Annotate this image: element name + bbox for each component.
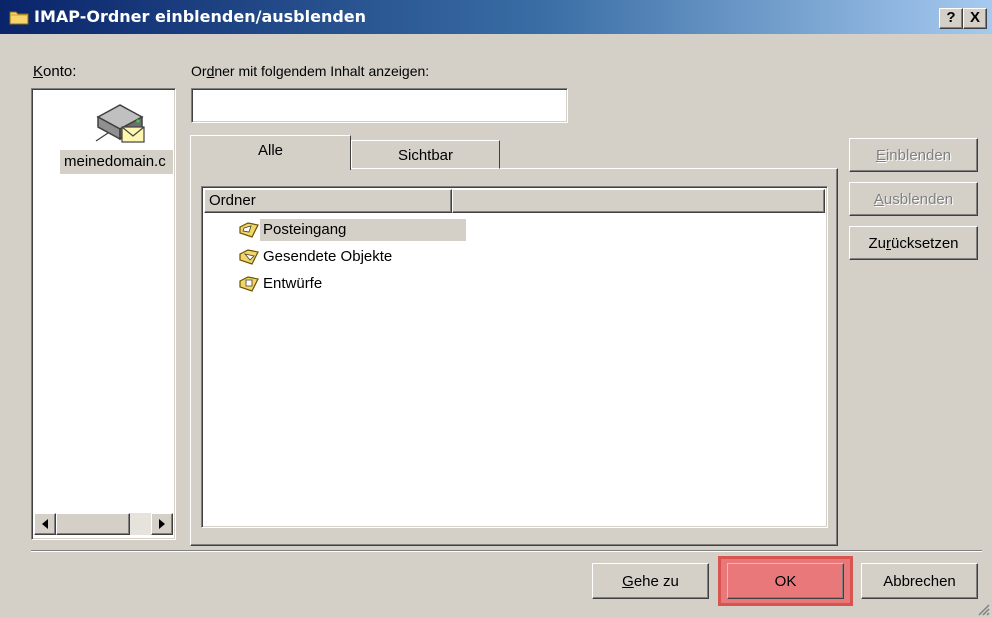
filter-input[interactable]: [191, 88, 568, 123]
footer-separator: [31, 550, 982, 552]
folder-row-gesendete-objekte[interactable]: Gesendete Objekte: [238, 245, 395, 269]
window-title: IMAP-Ordner einblenden/ausblenden: [34, 7, 367, 26]
help-button[interactable]: ?: [939, 8, 963, 29]
folder-name: Gesendete Objekte: [263, 248, 393, 265]
filter-label: Ordner mit folgendem Inhalt anzeigen:: [191, 63, 430, 79]
hide-button[interactable]: Ausblenden: [849, 182, 978, 216]
folder-list[interactable]: Ordner Posteingang Gesendete Objekte Ent…: [201, 186, 828, 528]
reset-button[interactable]: Zurücksetzen: [849, 226, 978, 260]
column-header-ordner[interactable]: Ordner: [204, 189, 452, 213]
show-button[interactable]: Einblenden: [849, 138, 978, 172]
account-item[interactable]: meinedomain.c: [32, 89, 173, 509]
tab-alle[interactable]: Alle: [190, 135, 351, 170]
folder-icon: [9, 11, 29, 25]
scroll-right-button[interactable]: [151, 513, 173, 535]
drafts-folder-icon: [239, 276, 259, 292]
cancel-label: Abbrechen: [883, 572, 956, 590]
cancel-button[interactable]: Abbrechen: [861, 563, 978, 599]
title-bar: IMAP-Ordner einblenden/ausblenden ? X: [0, 0, 992, 34]
arrow-right-icon: [159, 519, 165, 529]
inbox-folder-icon: [239, 222, 259, 238]
tab-label: Alle: [257, 142, 283, 159]
tab-label: Sichtbar: [397, 147, 454, 164]
ok-button[interactable]: OK: [718, 556, 853, 606]
scroll-left-button[interactable]: [34, 513, 56, 535]
column-header-empty[interactable]: [452, 189, 825, 213]
goto-button[interactable]: Gehe zu: [592, 563, 709, 599]
folder-row-posteingang[interactable]: Posteingang: [238, 218, 466, 242]
account-name: meinedomain.c: [60, 150, 173, 174]
mail-server-icon: [95, 104, 145, 143]
account-label: Konto:: [33, 63, 77, 80]
folder-row-entwuerfe[interactable]: Entwürfe: [238, 272, 325, 296]
account-list[interactable]: meinedomain.c: [31, 88, 176, 540]
resize-grip-icon[interactable]: [976, 602, 990, 616]
sent-folder-icon: [239, 249, 259, 265]
scroll-thumb[interactable]: [56, 513, 130, 535]
folder-name: Entwürfe: [263, 275, 323, 292]
ok-label: OK: [774, 572, 797, 590]
close-button[interactable]: X: [963, 8, 987, 29]
arrow-left-icon: [42, 519, 48, 529]
horizontal-scrollbar[interactable]: [34, 513, 173, 535]
folder-name: Posteingang: [260, 219, 466, 241]
tab-sichtbar[interactable]: Sichtbar: [351, 140, 500, 169]
